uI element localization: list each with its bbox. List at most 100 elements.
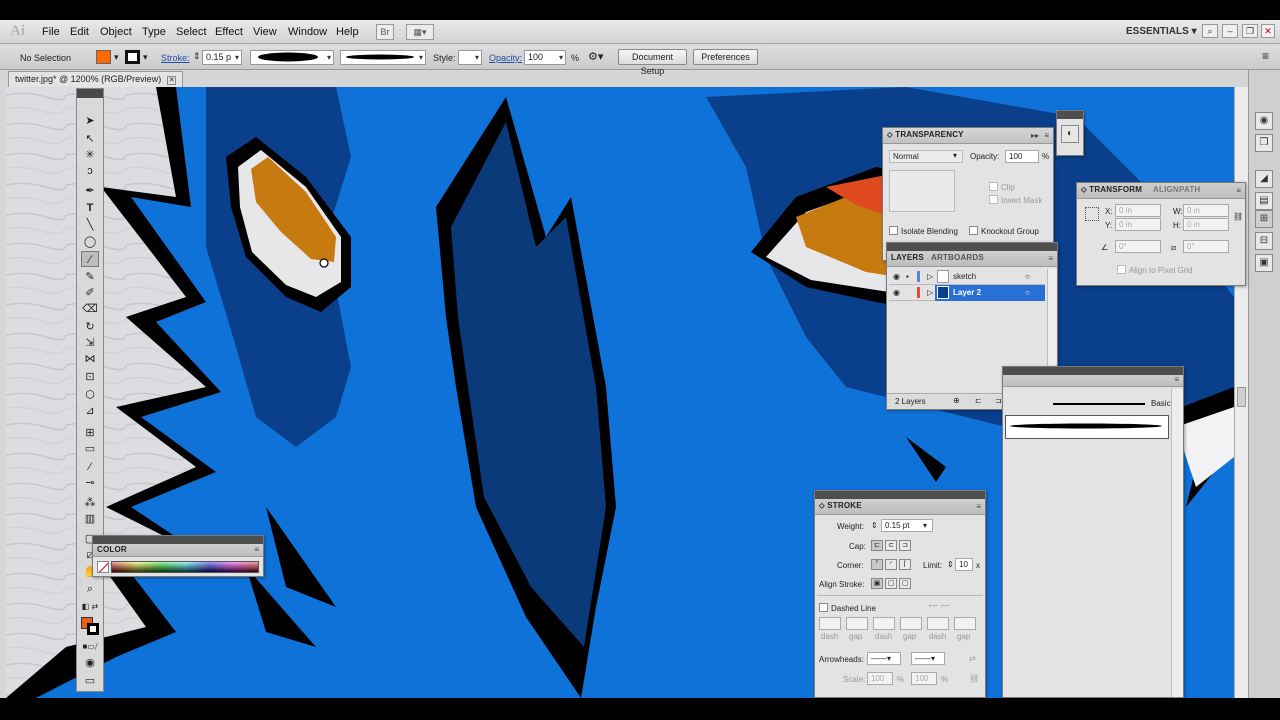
blend-mode-select[interactable]: Normal: [889, 150, 963, 163]
symbol-sprayer-icon[interactable]: ⁂: [81, 495, 99, 511]
panel-menu-icon[interactable]: ≡: [1044, 131, 1049, 140]
panel-drag-bar[interactable]: [1003, 367, 1183, 375]
panel-menu-icon[interactable]: ≡: [976, 502, 981, 511]
stroke-weight-field[interactable]: 0.15 p: [202, 50, 242, 65]
align-center-button[interactable]: ▣: [871, 578, 883, 589]
collapse-icon[interactable]: ▸▸: [1031, 131, 1039, 140]
stepper-icon[interactable]: ⇕: [871, 521, 878, 530]
menu-object[interactable]: Object: [100, 26, 132, 38]
miter-join-button[interactable]: ⌜: [871, 559, 883, 570]
workspace-switcher[interactable]: ESSENTIALS ▾: [1126, 26, 1197, 37]
bevel-join-button[interactable]: ⌈: [899, 559, 911, 570]
stroke-color-swatch[interactable]: [87, 623, 99, 635]
scale-end-field[interactable]: 100: [911, 672, 937, 685]
layer-row-sketch[interactable]: ◉ ▪ ▷ sketch ○: [889, 269, 1045, 285]
chevron-down-icon[interactable]: ▾: [953, 151, 957, 160]
reference-point-icon[interactable]: [1085, 207, 1099, 221]
transparency-dock-icon[interactable]: ◐: [1061, 125, 1079, 143]
layer-name[interactable]: Layer 2: [953, 288, 981, 297]
graphic-styles-icon[interactable]: ❒: [1255, 134, 1273, 152]
stepper-icon[interactable]: ⇕: [947, 560, 954, 569]
dash-align-icons[interactable]: ⌐⌐ ⌐⌐: [929, 601, 950, 610]
variable-width-profile[interactable]: [250, 50, 334, 65]
menu-edit[interactable]: Edit: [70, 26, 89, 38]
brushes-scrollbar[interactable]: [1171, 389, 1183, 697]
chevron-down-icon[interactable]: ▾: [923, 521, 927, 530]
stepper-icon[interactable]: ⇕: [193, 51, 201, 62]
dash-field-2[interactable]: [873, 617, 895, 630]
close-tab-icon[interactable]: ✕: [167, 76, 177, 85]
target-circle-icon[interactable]: ○: [1025, 272, 1030, 281]
restore-button[interactable]: ❐: [1242, 24, 1258, 38]
panel-menu-icon[interactable]: ≡: [254, 545, 259, 554]
free-transform-icon[interactable]: ⊡: [81, 369, 99, 385]
layer-row-layer2[interactable]: ◉ ▷ Layer 2 ○: [889, 285, 1045, 301]
clip-checkbox[interactable]: [989, 182, 998, 191]
pen-tool-icon[interactable]: ✒: [81, 183, 99, 199]
menu-type[interactable]: Type: [142, 26, 166, 38]
panel-menu-icon[interactable]: ≡: [1236, 186, 1241, 195]
menu-select[interactable]: Select: [176, 26, 207, 38]
align-dock-icon[interactable]: ⊟: [1255, 232, 1273, 250]
document-setup-button[interactable]: Document Setup: [618, 49, 687, 76]
opacity-label[interactable]: Opacity:: [489, 53, 522, 63]
paintbrush-tool-icon[interactable]: ∕: [81, 251, 99, 267]
round-cap-button[interactable]: ⊂: [885, 540, 897, 551]
width-tool-icon[interactable]: ⋈: [81, 351, 99, 367]
panel-menu-icon[interactable]: ≡: [1174, 375, 1179, 384]
panel-drag-bar[interactable]: [815, 491, 985, 499]
gradient-icon[interactable]: ◢: [1255, 170, 1273, 188]
panel-drag-bar[interactable]: [93, 536, 263, 544]
stroke-swatch[interactable]: [125, 50, 140, 64]
eyedropper-icon[interactable]: ⁄: [81, 459, 99, 475]
color-panel-title[interactable]: COLOR: [97, 545, 127, 554]
align-outside-button[interactable]: ▢: [899, 578, 911, 589]
end-arrowhead-select[interactable]: ——▾: [911, 652, 945, 665]
close-button[interactable]: ✕: [1261, 24, 1275, 38]
butt-cap-button[interactable]: ⊏: [871, 540, 883, 551]
eye-icon[interactable]: ◉: [893, 288, 900, 297]
magic-wand-icon[interactable]: ✳: [81, 147, 99, 163]
scale-tool-icon[interactable]: ⇲: [81, 335, 99, 351]
screen-mode-icon[interactable]: ▭: [81, 673, 99, 689]
projecting-cap-button[interactable]: ⊐: [899, 540, 911, 551]
brush-stroke-preview[interactable]: [1053, 403, 1145, 405]
scrollbar-thumb[interactable]: [1237, 387, 1246, 407]
layer-name[interactable]: sketch: [953, 272, 976, 281]
start-arrowhead-select[interactable]: ——▾: [867, 652, 901, 665]
locate-object-icon[interactable]: ⊕: [953, 396, 960, 405]
preferences-button[interactable]: Preferences: [693, 49, 758, 65]
limit-field[interactable]: 10: [955, 558, 973, 571]
color-spectrum[interactable]: [111, 561, 259, 573]
scale-start-field[interactable]: 100: [867, 672, 893, 685]
opacity-input[interactable]: 100: [1005, 150, 1039, 163]
appearance-icon[interactable]: ◉: [1255, 112, 1273, 130]
h-field[interactable]: 0 in: [1183, 218, 1229, 231]
tab-align[interactable]: ALIGN: [1153, 185, 1179, 194]
gap-field-1[interactable]: [846, 617, 868, 630]
pencil-tool-icon[interactable]: ✎: [81, 269, 99, 285]
blob-brush-icon[interactable]: ✐: [81, 285, 99, 301]
ellipse-tool-icon[interactable]: ◯: [81, 234, 99, 250]
expand-triangle-icon[interactable]: ▷: [927, 288, 933, 297]
fill-swatch[interactable]: [96, 50, 111, 64]
graphic-style-picker[interactable]: [458, 50, 482, 65]
target-circle-icon[interactable]: ○: [1025, 288, 1030, 297]
align-pixel-grid-checkbox[interactable]: [1117, 265, 1126, 274]
search-icon[interactable]: ⌕: [1202, 24, 1218, 38]
clipping-mask-icon[interactable]: ⊏: [975, 396, 982, 405]
align-inside-button[interactable]: ▢: [885, 578, 897, 589]
x-field[interactable]: 0 in: [1115, 204, 1161, 217]
rotate-tool-icon[interactable]: ↻: [81, 319, 99, 335]
tab-path[interactable]: PATH: [1179, 185, 1200, 194]
gap-field-2[interactable]: [900, 617, 922, 630]
panel-menu-icon[interactable]: ≡: [1048, 254, 1053, 263]
panel-menu-icon[interactable]: ≡: [1262, 49, 1269, 63]
expand-triangle-icon[interactable]: ▷: [927, 272, 933, 281]
recolor-icon[interactable]: ⚙▾: [588, 50, 603, 63]
eraser-tool-icon[interactable]: ⌫: [81, 301, 99, 317]
eye-icon[interactable]: ◉: [893, 272, 900, 281]
bridge-button[interactable]: Br: [376, 24, 394, 40]
stroke-panel-title[interactable]: ⬦ STROKE: [819, 501, 862, 511]
swatches-icon[interactable]: ▤: [1255, 192, 1273, 210]
